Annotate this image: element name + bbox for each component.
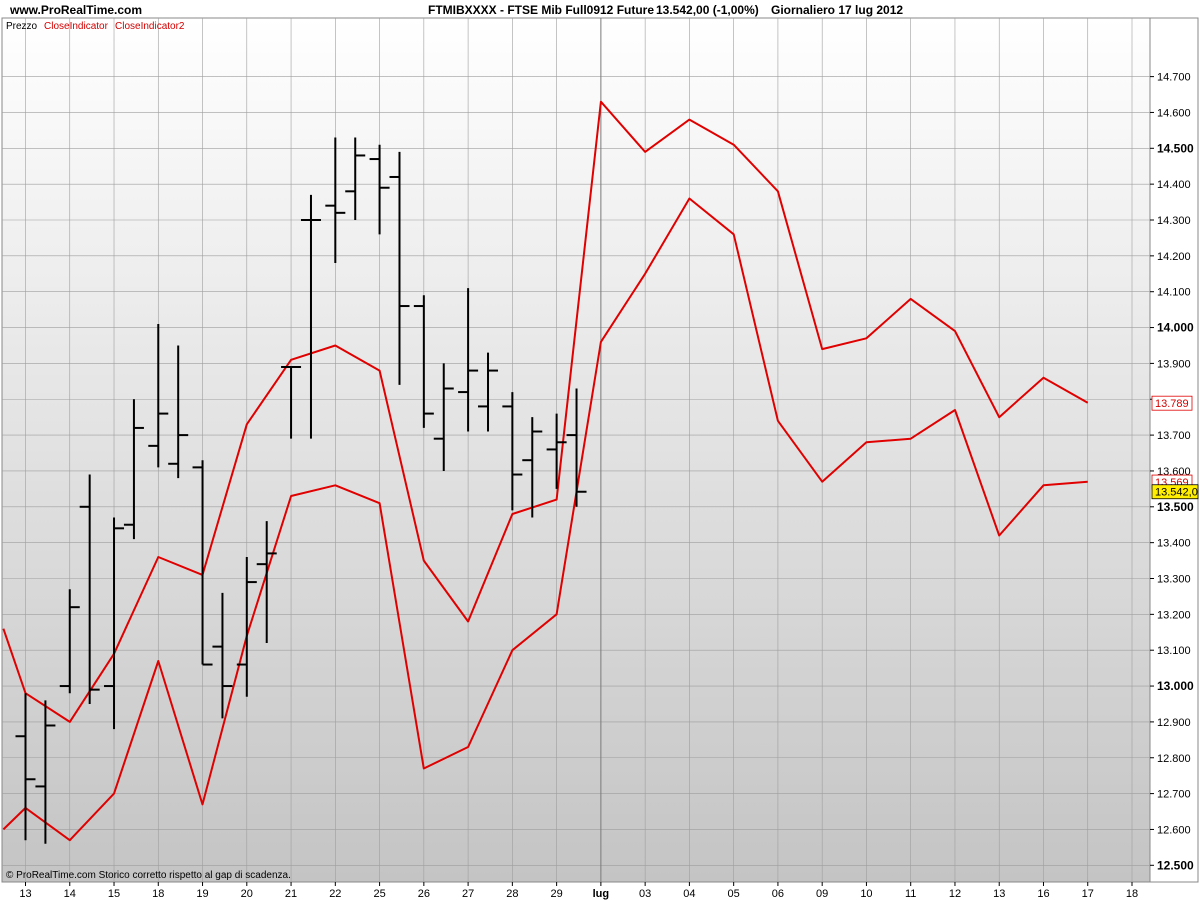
y-tick-label: 14.700 xyxy=(1157,72,1191,84)
site-title: www.ProRealTime.com xyxy=(9,3,142,17)
ohlc-chart: www.ProRealTime.com FTMIBXXXX - FTSE Mib… xyxy=(1,3,1199,900)
x-tick-label: 11 xyxy=(905,888,916,900)
legend-price: Prezzo xyxy=(6,21,38,32)
x-tick-label: 27 xyxy=(462,888,474,900)
x-tick-label: 13 xyxy=(19,888,31,900)
y-tick-label: 12.700 xyxy=(1157,789,1191,801)
x-tick-label: 15 xyxy=(108,888,120,900)
footer-copyright: © ProRealTime.com Storico corretto rispe… xyxy=(6,870,291,881)
x-tick-label: 13 xyxy=(993,888,1005,900)
x-tick-label: 28 xyxy=(506,888,518,900)
price-change: 13.542,00 (-1,00%) xyxy=(656,3,759,17)
y-tick-label: 14.600 xyxy=(1157,107,1191,119)
legend: Prezzo CloseIndicator CloseIndicator2 xyxy=(6,21,185,32)
x-tick-label: lug xyxy=(593,888,610,900)
y-tick-label: 13.400 xyxy=(1157,538,1191,550)
y-tick-label: 13.700 xyxy=(1157,430,1191,442)
x-tick-label: 14 xyxy=(64,888,76,900)
x-tick-label: 06 xyxy=(772,888,784,900)
x-tick-label: 05 xyxy=(728,888,740,900)
y-tick-label: 14.200 xyxy=(1157,251,1191,263)
y-tick-label: 14.300 xyxy=(1157,215,1191,227)
y-tick-label: 12.800 xyxy=(1157,753,1191,765)
y-tick-label: 12.500 xyxy=(1157,858,1194,872)
x-tick-label: 18 xyxy=(152,888,164,900)
y-tick-label: 13.200 xyxy=(1157,609,1191,621)
price-label: 13.542,0 xyxy=(1151,484,1199,500)
y-tick-label: 14.400 xyxy=(1157,179,1191,191)
x-tick-label: 09 xyxy=(816,888,828,900)
y-tick-label: 14.000 xyxy=(1157,321,1194,335)
x-tick-label: 20 xyxy=(241,888,253,900)
indicator-price-text: 13.789 xyxy=(1155,398,1189,410)
y-tick-label: 13.000 xyxy=(1157,679,1194,693)
x-tick-label: 22 xyxy=(329,888,341,900)
x-axis-ticks: 13 14 15 18 19 20 21 22 25 26 27 28 29 lug 03 04 05 06 09 1… xyxy=(19,882,1138,900)
y-tick-label: 14.100 xyxy=(1157,287,1191,299)
x-tick-label: 21 xyxy=(285,888,297,900)
x-tick-label: 29 xyxy=(550,888,562,900)
x-tick-label: 04 xyxy=(683,888,695,900)
last-price-text: 13.542,0 xyxy=(1155,487,1198,499)
y-tick-label: 12.600 xyxy=(1157,824,1191,836)
x-tick-label: 26 xyxy=(418,888,430,900)
y-tick-label: 14.500 xyxy=(1157,141,1194,155)
x-tick-label: 12 xyxy=(949,888,961,900)
legend-series-1: CloseIndicator xyxy=(44,21,109,32)
x-tick-label: 10 xyxy=(860,888,872,900)
x-tick-label: 18 xyxy=(1126,888,1138,900)
legend-series-2: CloseIndicator2 xyxy=(115,21,185,32)
period-date: Giornaliero 17 lug 2012 xyxy=(771,3,903,17)
price-label: 13.789 xyxy=(1151,395,1193,411)
y-tick-label: 13.300 xyxy=(1157,574,1191,586)
x-tick-label: 16 xyxy=(1037,888,1049,900)
y-tick-label: 13.900 xyxy=(1157,358,1191,370)
y-tick-label: 13.500 xyxy=(1157,500,1194,514)
x-tick-label: 19 xyxy=(196,888,208,900)
y-tick-label: 13.100 xyxy=(1157,645,1191,657)
x-tick-label: 17 xyxy=(1082,888,1094,900)
y-tick-label: 12.900 xyxy=(1157,717,1191,729)
x-tick-label: 25 xyxy=(373,888,385,900)
x-tick-label: 03 xyxy=(639,888,651,900)
instrument-title: FTMIBXXXX - FTSE Mib Full0912 Future xyxy=(428,3,654,17)
